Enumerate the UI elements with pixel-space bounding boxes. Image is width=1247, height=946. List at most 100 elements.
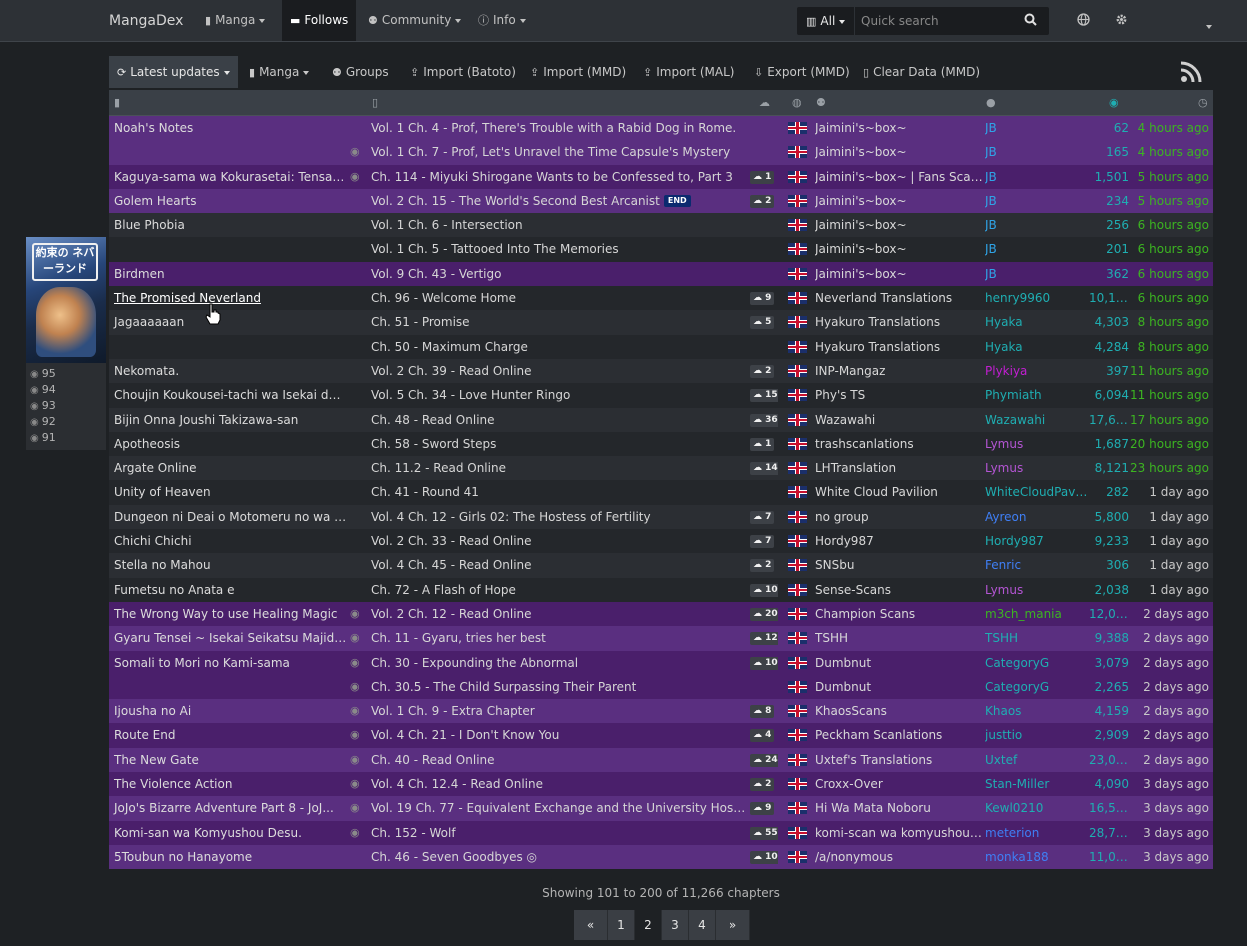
tab-clear-data[interactable]: ▯ Clear Data (MMD) xyxy=(855,56,988,88)
group-link[interactable]: Jaimini's~box~ xyxy=(815,116,983,140)
search-icon[interactable] xyxy=(1024,13,1037,30)
group-link[interactable]: SNSbu xyxy=(815,553,983,577)
uploader-link[interactable]: Ayreon xyxy=(985,505,1089,529)
uploader-link[interactable]: Lymus xyxy=(985,578,1089,602)
page-button[interactable]: 1 xyxy=(608,910,635,940)
chapter-link[interactable]: Vol. 1 Ch. 7 - Prof, Let's Unravel the T… xyxy=(371,140,746,164)
group-link[interactable]: INP-Mangaz xyxy=(815,359,983,383)
manga-title-link[interactable]: Route End xyxy=(109,723,347,747)
group-link[interactable]: Phy's TS xyxy=(815,383,983,407)
group-link[interactable]: Wazawahi xyxy=(815,408,983,432)
group-link[interactable]: Jaimini's~box~ | Fans Scans xyxy=(815,165,983,189)
brand-logo[interactable]: MangaDex xyxy=(109,13,183,29)
uploader-link[interactable]: JB xyxy=(985,189,1089,213)
group-link[interactable]: KhaosScans xyxy=(815,699,983,723)
comments-badge[interactable]: ☁ 7 xyxy=(750,505,778,529)
first-page-button[interactable]: « xyxy=(574,910,608,940)
comments-badge[interactable]: ☁ 1 xyxy=(750,165,778,189)
chapter-link[interactable]: Vol. 4 Ch. 12 - Girls 02: The Hostess of… xyxy=(371,505,746,529)
nav-follows[interactable]: ▬ Follows xyxy=(282,0,357,41)
tab-export-mmd[interactable]: ⇩ Export (MMD) xyxy=(746,56,858,88)
chapter-link[interactable]: Vol. 2 Ch. 15 - The World's Second Best … xyxy=(371,189,746,213)
manga-title-link[interactable]: Apotheosis xyxy=(109,432,347,456)
uploader-link[interactable]: JB xyxy=(985,237,1089,261)
group-link[interactable]: Uxtef's Translations xyxy=(815,748,983,772)
chapter-link[interactable]: Vol. 4 Ch. 21 - I Don't Know You xyxy=(371,723,746,747)
gear-icon[interactable] xyxy=(1115,13,1128,30)
uploader-link[interactable]: Lymus xyxy=(985,456,1089,480)
manga-title-link[interactable]: Birdmen xyxy=(109,262,347,286)
group-link[interactable]: LHTranslation xyxy=(815,456,983,480)
chapter-link[interactable]: Ch. 51 - Promise xyxy=(371,310,746,334)
chapter-link[interactable]: Ch. 152 - Wolf xyxy=(371,821,746,845)
chapter-link[interactable]: Ch. 41 - Round 41 xyxy=(371,480,746,504)
uploader-link[interactable]: TSHH xyxy=(985,626,1089,650)
manga-title-link[interactable]: Dungeon ni Deai o Motomeru no wa Mach... xyxy=(109,505,347,529)
comments-badge[interactable]: ☁ 10 xyxy=(750,578,778,602)
comments-badge[interactable]: ☁ 20 xyxy=(750,602,778,626)
comments-badge[interactable]: ☁ 14 xyxy=(750,456,778,480)
chapter-link[interactable]: Ch. 30 - Expounding the Abnormal xyxy=(371,651,746,675)
uploader-link[interactable]: JB xyxy=(985,213,1089,237)
comments-badge[interactable]: ☁ 8 xyxy=(750,699,778,723)
nav-manga-menu[interactable]: ▮ Manga xyxy=(197,0,273,41)
tab-import-mmd[interactable]: ⇪ Import (MMD) xyxy=(522,56,634,88)
comments-badge[interactable]: ☁ 10 xyxy=(750,845,778,869)
group-link[interactable]: Croxx-Over xyxy=(815,772,983,796)
tab-groups[interactable]: ⚉ Groups xyxy=(324,56,397,88)
chapter-link[interactable]: Ch. 114 - Miyuki Shirogane Wants to be C… xyxy=(371,165,746,189)
uploader-link[interactable]: JB xyxy=(985,140,1089,164)
group-link[interactable]: Jaimini's~box~ xyxy=(815,189,983,213)
comments-badge[interactable]: ☁ 9 xyxy=(750,796,778,820)
uploader-link[interactable]: Stan-Miller xyxy=(985,772,1089,796)
comments-badge[interactable]: ☁ 36 xyxy=(750,408,778,432)
uploader-link[interactable]: JB xyxy=(985,116,1089,140)
group-link[interactable]: /a/nonymous xyxy=(815,845,983,869)
group-link[interactable]: Hyakuro Translations xyxy=(815,310,983,334)
group-link[interactable]: Dumbnut xyxy=(815,651,983,675)
group-link[interactable]: Jaimini's~box~ xyxy=(815,262,983,286)
chapter-link[interactable]: Vol. 1 Ch. 5 - Tattooed Into The Memorie… xyxy=(371,237,746,261)
chapter-link[interactable]: Ch. 46 - Seven Goodbyes ◎ xyxy=(371,845,746,869)
group-link[interactable]: Hi Wa Mata Noboru xyxy=(815,796,983,820)
chapter-link[interactable]: Ch. 72 - A Flash of Hope xyxy=(371,578,746,602)
manga-title-link[interactable]: Choujin Koukousei-tachi wa Isekai dem... xyxy=(109,383,347,407)
chapter-link[interactable]: Vol. 4 Ch. 12.4 - Read Online xyxy=(371,772,746,796)
uploader-link[interactable]: WhiteCloudPavilion xyxy=(985,480,1089,504)
uploader-link[interactable]: JB xyxy=(985,262,1089,286)
uploader-link[interactable]: meterion xyxy=(985,821,1089,845)
chapter-link[interactable]: Vol. 1 Ch. 6 - Intersection xyxy=(371,213,746,237)
user-menu-caret-icon[interactable] xyxy=(1206,19,1212,34)
manga-title-link[interactable]: Stella no Mahou xyxy=(109,553,347,577)
group-link[interactable]: Peckham Scanlations xyxy=(815,723,983,747)
uploader-link[interactable]: monka188 xyxy=(985,845,1089,869)
chapter-link[interactable]: Ch. 96 - Welcome Home xyxy=(371,286,746,310)
uploader-link[interactable]: Khaos xyxy=(985,699,1089,723)
search-filter-dropdown[interactable]: ▥ All xyxy=(797,7,855,35)
chapter-link[interactable]: Ch. 11 - Gyaru, tries her best xyxy=(371,626,746,650)
group-link[interactable]: White Cloud Pavilion xyxy=(815,480,983,504)
nav-community-menu[interactable]: ⚉ Community xyxy=(360,0,469,41)
group-link[interactable]: Champion Scans xyxy=(815,602,983,626)
uploader-link[interactable]: Hordy987 xyxy=(985,529,1089,553)
manga-title-link[interactable]: JoJo's Bizarre Adventure Part 8 - JoJ... xyxy=(109,796,347,820)
manga-title-link[interactable]: 5Toubun no Hanayome xyxy=(109,845,347,869)
group-link[interactable]: Jaimini's~box~ xyxy=(815,140,983,164)
group-link[interactable]: Jaimini's~box~ xyxy=(815,213,983,237)
comments-badge[interactable]: ☁ 2 xyxy=(750,772,778,796)
uploader-link[interactable]: Lymus xyxy=(985,432,1089,456)
chapter-link[interactable]: Vol. 1 Ch. 9 - Extra Chapter xyxy=(371,699,746,723)
rss-icon[interactable] xyxy=(1180,61,1202,83)
comments-badge[interactable]: ☁ 7 xyxy=(750,529,778,553)
manga-title-link[interactable]: Blue Phobia xyxy=(109,213,347,237)
tab-latest-updates[interactable]: ⟳ Latest updates xyxy=(109,56,238,88)
manga-title-link[interactable]: Noah's Notes xyxy=(109,116,347,140)
comments-badge[interactable]: ☁ 15 xyxy=(750,383,778,407)
chapter-link[interactable]: Vol. 2 Ch. 12 - Read Online xyxy=(371,602,746,626)
search-input[interactable] xyxy=(861,11,1021,31)
chapter-link[interactable]: Vol. 1 Ch. 4 - Prof, There's Trouble wit… xyxy=(371,116,746,140)
chapter-link[interactable]: Ch. 30.5 - The Child Surpassing Their Pa… xyxy=(371,675,746,699)
uploader-link[interactable]: Phymiath xyxy=(985,383,1089,407)
comments-badge[interactable]: ☁ 24 xyxy=(750,748,778,772)
chapter-link[interactable]: Vol. 19 Ch. 77 - Equivalent Exchange and… xyxy=(371,796,746,820)
